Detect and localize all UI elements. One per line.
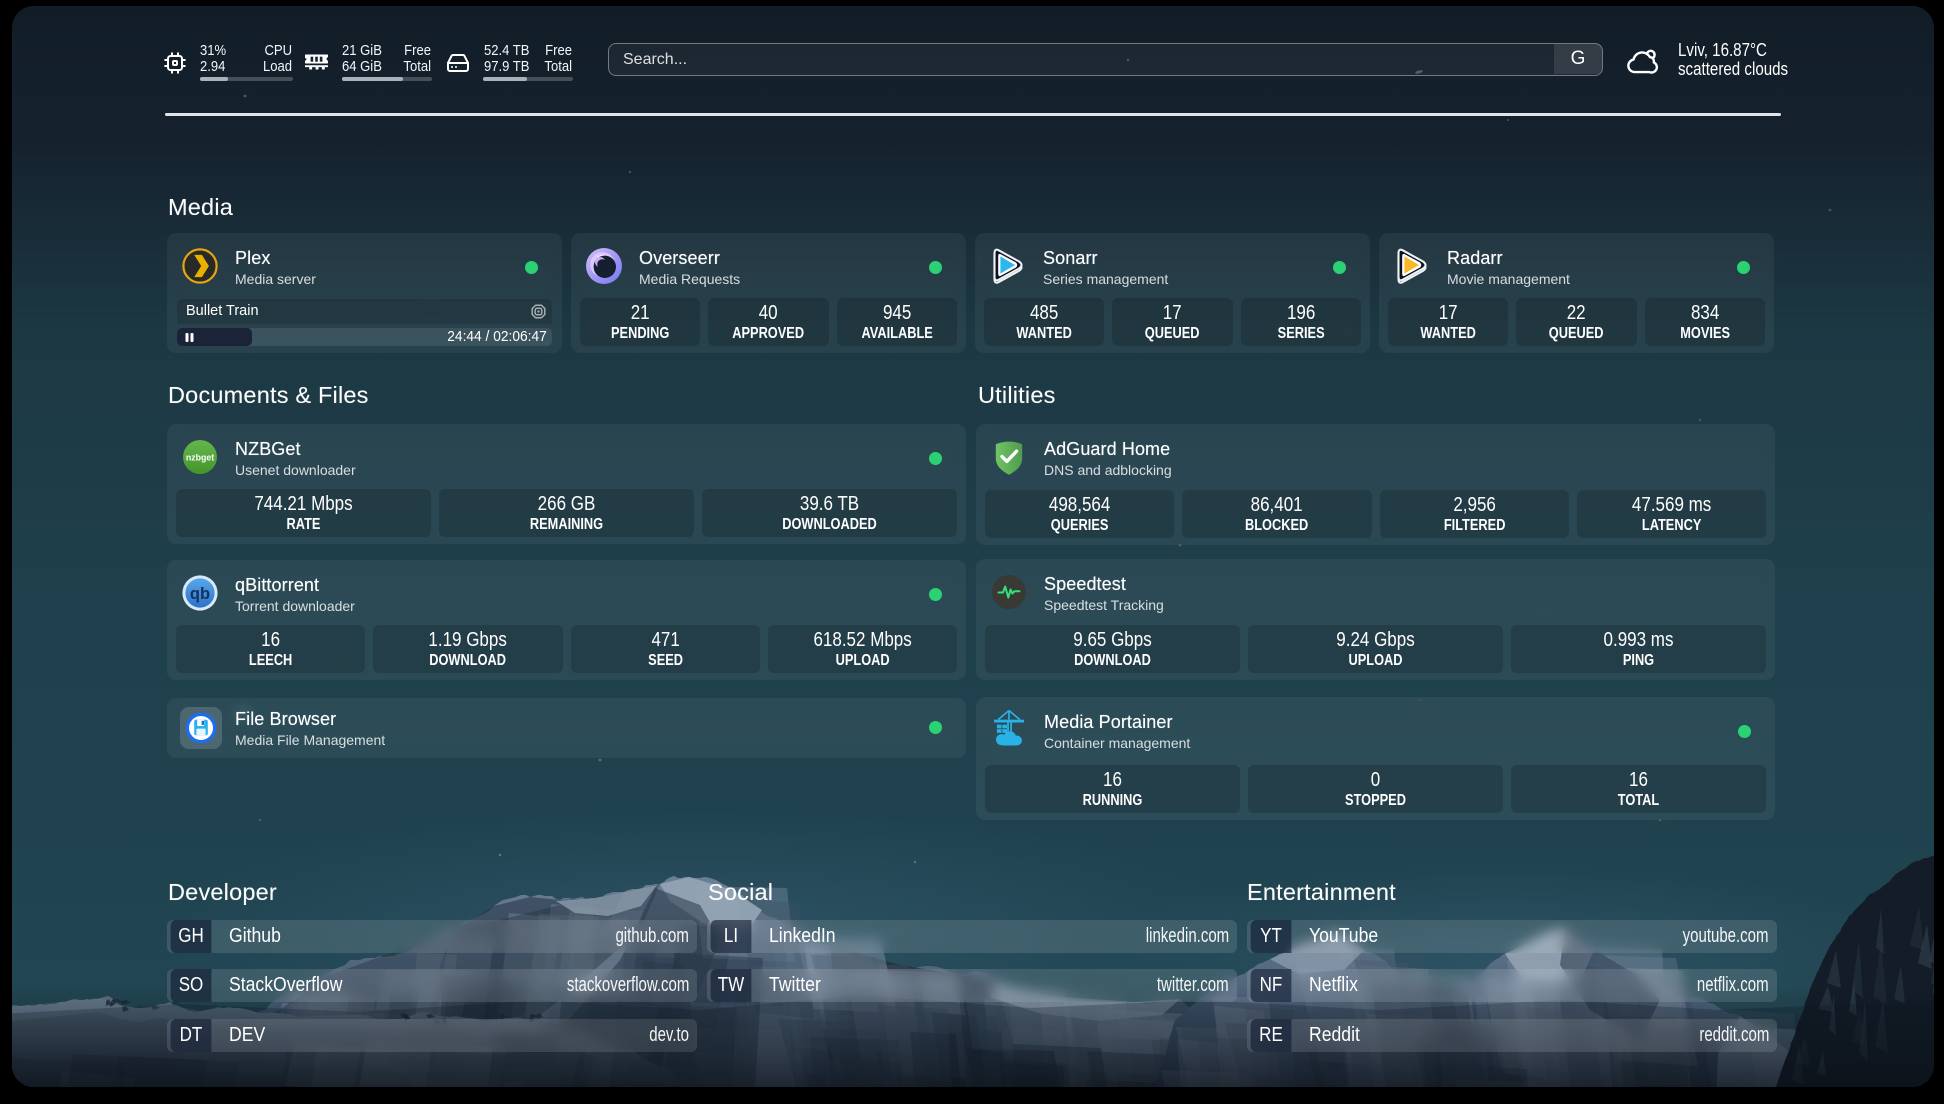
svg-text:nzbget: nzbget <box>186 453 214 463</box>
svg-text:qb: qb <box>190 585 210 603</box>
